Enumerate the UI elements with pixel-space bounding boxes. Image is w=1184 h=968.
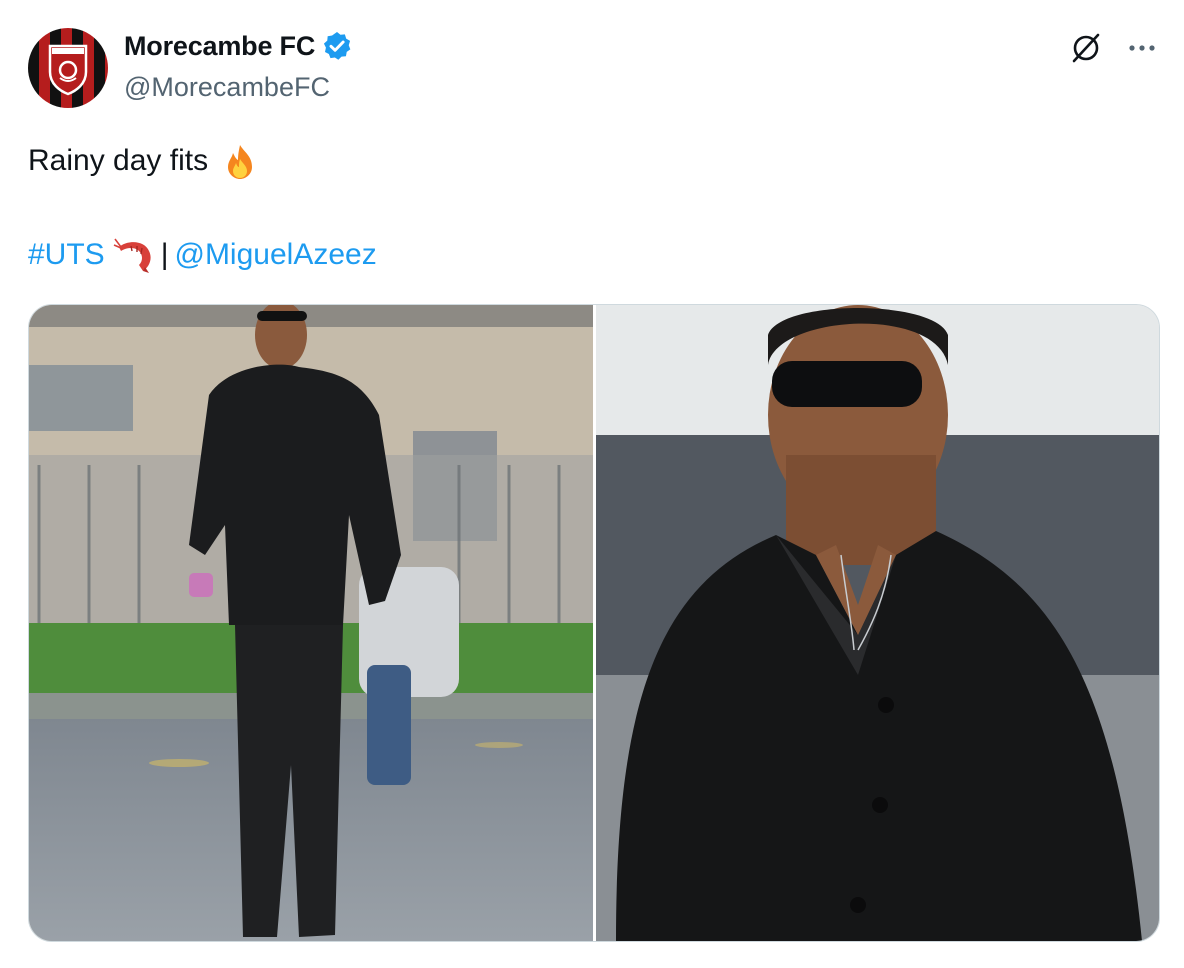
avatar[interactable] [28,28,108,108]
separator: | [160,238,169,271]
morecambe-crest-icon [48,44,88,96]
hashtag-link[interactable]: #UTS [28,235,105,275]
tweet-tags-row: #UTS | @MiguelAzeez [28,235,377,275]
tweet-text: Rainy day fits [28,141,260,182]
grok-icon[interactable] [1068,30,1104,66]
more-options-icon[interactable] [1122,36,1162,60]
shrimp-emoji-icon [113,238,151,273]
photo-player-closeup[interactable] [595,305,1159,941]
media-grid [28,304,1160,942]
fire-emoji-icon [228,145,253,180]
display-name[interactable]: Morecambe FC [124,31,315,62]
verified-badge-icon [324,32,351,60]
author-name-row[interactable]: Morecambe FC [124,30,353,62]
tweet-body: Rainy day fits [28,144,209,177]
mention-link[interactable]: @MiguelAzeez [174,235,376,275]
photo-player-walking[interactable] [29,305,593,941]
handle[interactable]: @MorecambeFC [124,72,330,103]
photo-closeup-image [595,305,1159,941]
photo-walking-image [29,305,593,941]
